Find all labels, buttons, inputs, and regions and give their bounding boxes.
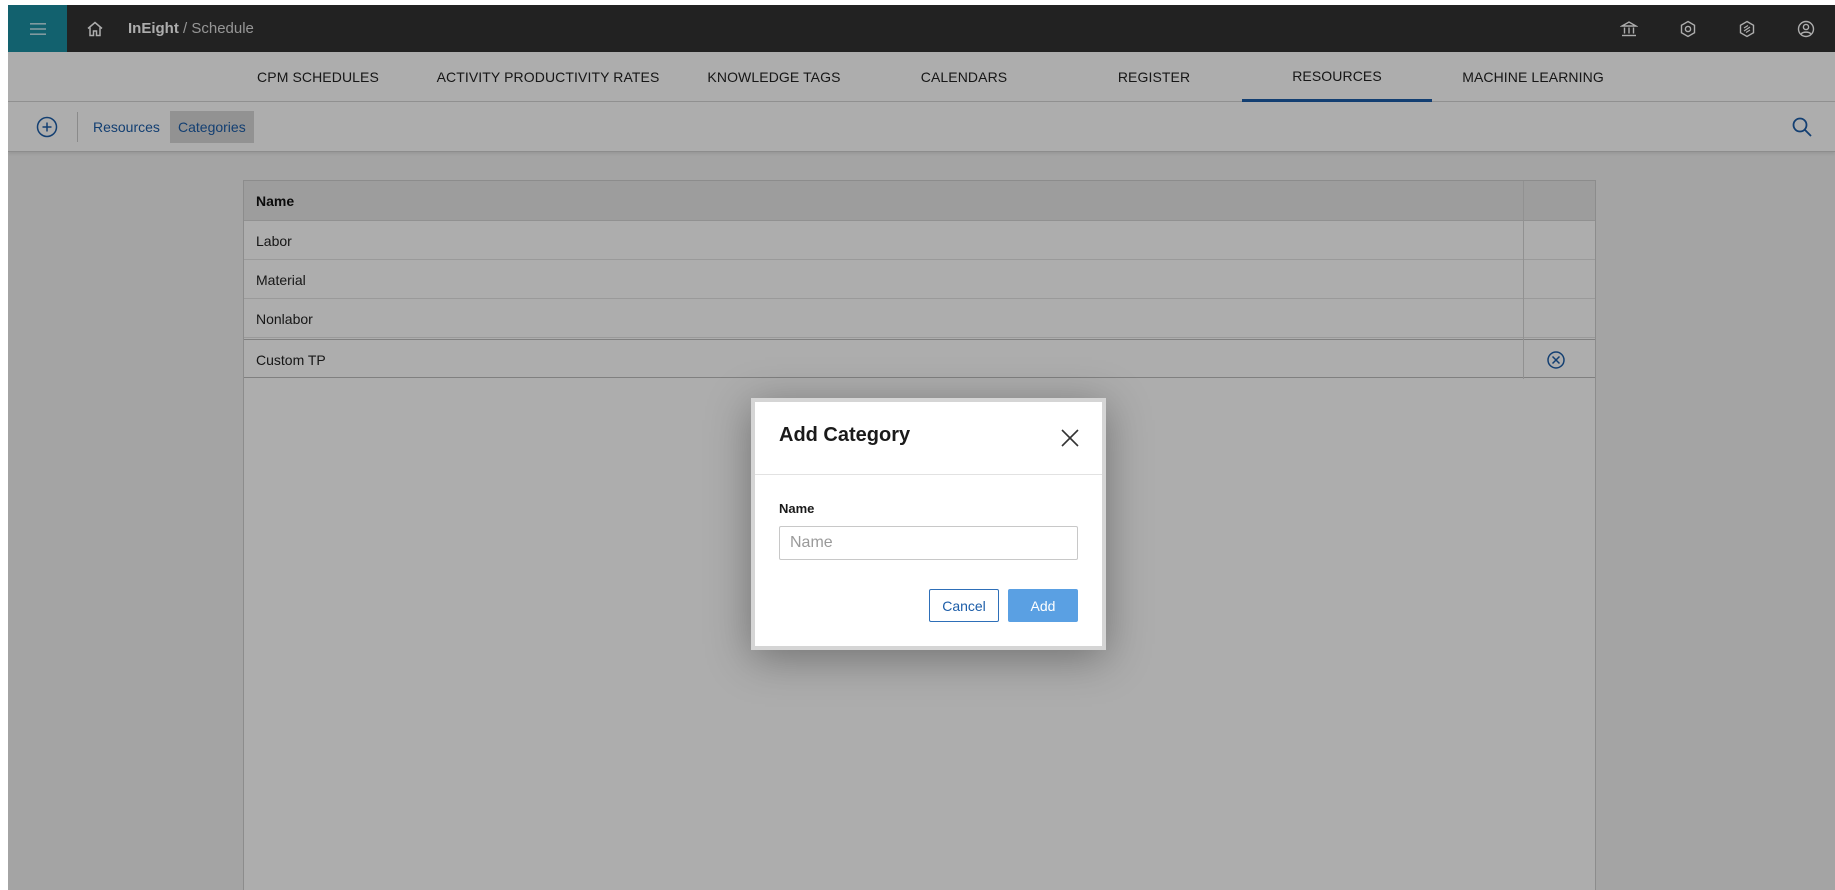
cancel-button[interactable]: Cancel <box>929 589 999 622</box>
close-icon[interactable] <box>1060 428 1080 448</box>
name-field-label: Name <box>779 501 815 516</box>
name-input[interactable] <box>779 526 1078 560</box>
app-window: InEight / Schedule CPM SCHEDULES ACTIVIT… <box>8 5 1835 890</box>
dialog-header: Add Category <box>755 402 1102 475</box>
add-button[interactable]: Add <box>1008 589 1078 622</box>
add-category-dialog: Add Category Name Cancel Add <box>751 398 1106 650</box>
dialog-title: Add Category <box>779 424 911 446</box>
